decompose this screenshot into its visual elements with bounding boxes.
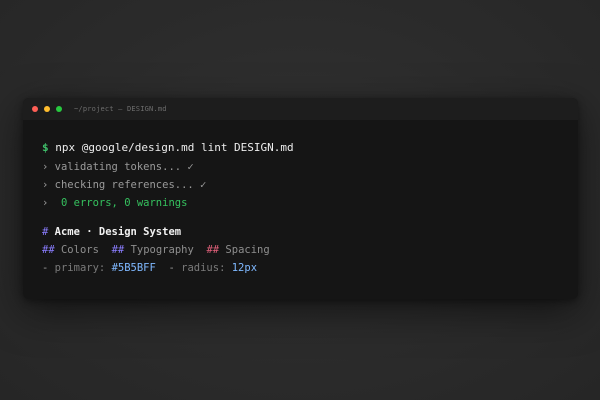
section-spacing: Spacing <box>225 244 270 256</box>
terminal-content[interactable]: $ npx @google/design.md lint DESIGN.md ›… <box>23 120 578 277</box>
section-marker: ## <box>206 244 220 256</box>
section-typography: Typography <box>130 244 194 256</box>
heading-line: # Acme · Design System <box>42 223 578 241</box>
window-title: ~/project — DESIGN.md <box>74 105 167 113</box>
minimize-button[interactable] <box>44 106 50 112</box>
sections-line: ## Colors ## Typography ## Spacing <box>42 241 578 259</box>
title-bar: ~/project — DESIGN.md <box>23 98 578 120</box>
token-key-primary: primary: <box>54 262 106 274</box>
command-line: $ npx @google/design.md lint DESIGN.md <box>42 139 578 157</box>
command-text: npx @google/design.md lint DESIGN.md <box>55 141 294 154</box>
token-value-primary: #5B5BFF <box>111 262 156 274</box>
output-marker: › <box>42 179 49 191</box>
prompt-symbol: $ <box>42 141 49 154</box>
output-marker: › <box>42 161 49 173</box>
output-text: validating tokens... ✓ <box>54 161 194 173</box>
design-system-heading: Acme · Design System <box>54 226 182 238</box>
token-bullet: - <box>168 262 175 274</box>
section-marker: ## <box>111 244 125 256</box>
terminal-window: ~/project — DESIGN.md $ npx @google/desi… <box>23 98 578 299</box>
output-line-3: › 0 errors, 0 warnings <box>42 194 578 212</box>
output-line-2: › checking references... ✓ <box>42 176 578 194</box>
output-text: checking references... ✓ <box>54 179 207 191</box>
output-line-1: › validating tokens... ✓ <box>42 158 578 176</box>
token-value-radius: 12px <box>231 262 258 274</box>
output-marker: › <box>42 197 49 209</box>
tokens-line: - primary: #5B5BFF - radius: 12px <box>42 259 578 277</box>
section-marker: ## <box>42 244 55 256</box>
lint-result: 0 errors, 0 warnings <box>54 197 188 209</box>
token-key-radius: radius: <box>181 262 226 274</box>
close-button[interactable] <box>32 106 38 112</box>
token-bullet: - <box>42 262 49 274</box>
section-colors: Colors <box>60 244 99 256</box>
maximize-button[interactable] <box>56 106 62 112</box>
heading-marker: # <box>42 226 49 238</box>
